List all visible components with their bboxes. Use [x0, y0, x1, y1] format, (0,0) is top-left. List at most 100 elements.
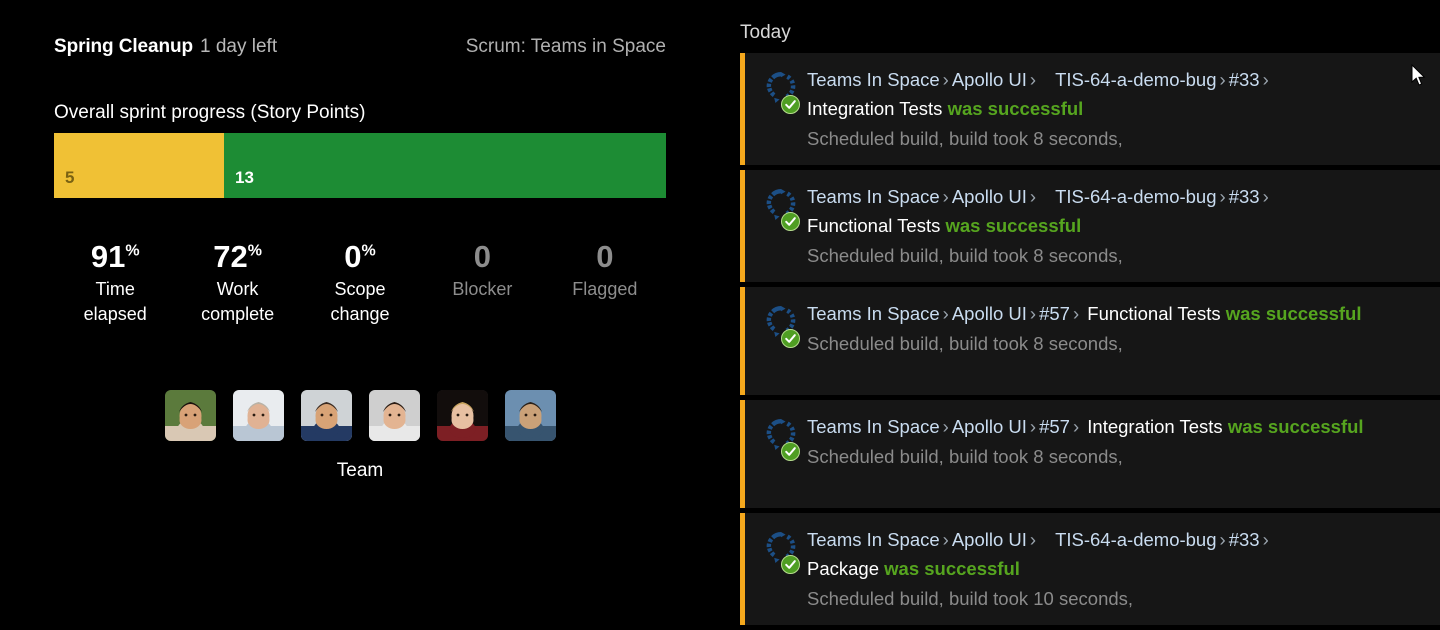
- sprint-header: Spring Cleanup 1 day left Scrum: Teams i…: [54, 36, 666, 62]
- chevron-right-icon: ›: [1029, 529, 1037, 550]
- breadcrumb-link[interactable]: Teams In Space: [807, 303, 940, 324]
- build-job-name[interactable]: Functional Tests: [1087, 303, 1220, 324]
- stat-label: Flagged: [572, 279, 638, 299]
- check-circle-icon: [781, 329, 800, 348]
- progress-segment-remaining: 5: [54, 133, 224, 198]
- build-icon-group: [745, 525, 807, 613]
- stat-value: 72%: [213, 239, 262, 274]
- breadcrumb-link[interactable]: Teams In Space: [807, 416, 940, 437]
- avatar-photo-3[interactable]: [300, 390, 352, 441]
- build-status-text: was successful: [1225, 303, 1362, 324]
- stat-blocker: 0 Blocker: [421, 240, 543, 302]
- build-breadcrumb-line: Teams In Space › Apollo UI › TIS-64-a-demo-b…: [807, 65, 1432, 94]
- stat-suffix: %: [125, 242, 140, 260]
- breadcrumb-link[interactable]: Apollo UI: [952, 186, 1027, 207]
- chevron-right-icon: ›: [1029, 303, 1037, 324]
- breadcrumb-link[interactable]: #57: [1039, 303, 1070, 324]
- build-text-body: Teams In Space › Apollo UI › #57 › Functional…: [807, 299, 1432, 383]
- breadcrumb-link[interactable]: Apollo UI: [952, 416, 1027, 437]
- breadcrumb-link[interactable]: Teams In Space: [807, 186, 940, 207]
- breadcrumb-link[interactable]: TIS-64-a-demo-bug: [1055, 69, 1216, 90]
- check-circle-icon: [781, 212, 800, 231]
- chevron-right-icon: ›: [1029, 69, 1037, 90]
- chevron-right-icon: ›: [1072, 416, 1080, 437]
- chevron-right-icon: ›: [942, 69, 949, 90]
- chevron-right-icon: ›: [1029, 416, 1037, 437]
- build-job-name[interactable]: Functional Tests: [807, 215, 940, 236]
- breadcrumb-link[interactable]: #33: [1229, 69, 1260, 90]
- breadcrumb-link[interactable]: #57: [1039, 416, 1070, 437]
- stat-scope: 0% Scope change: [299, 240, 421, 327]
- stat-label: Work complete: [201, 279, 275, 324]
- breadcrumb-link[interactable]: #33: [1229, 529, 1260, 550]
- build-feed-item[interactable]: Teams In Space › Apollo UI › TIS-64-a-demo-b…: [740, 513, 1440, 625]
- feed-date-heading: Today: [740, 22, 791, 43]
- build-status-text: was successful: [945, 215, 1082, 236]
- build-feed-item[interactable]: Teams In Space › Apollo UI › TIS-64-a-demo-b…: [740, 53, 1440, 165]
- build-feed-item[interactable]: Teams In Space › Apollo UI › #57 › Functional…: [740, 287, 1440, 395]
- progress-remaining-value: 5: [65, 168, 75, 187]
- check-circle-icon: [781, 95, 800, 114]
- team-avatar-strip: [54, 390, 666, 441]
- stat-label: Blocker: [452, 279, 513, 299]
- breadcrumb-link[interactable]: TIS-64-a-demo-bug: [1055, 529, 1216, 550]
- build-status-text: was successful: [884, 558, 1020, 579]
- build-meta-text: Scheduled build, build took 8 seconds,: [807, 333, 1123, 354]
- build-feed-item[interactable]: Teams In Space › Apollo UI › TIS-64-a-demo-b…: [740, 170, 1440, 282]
- avatar-photo-1[interactable]: [164, 390, 216, 441]
- build-breadcrumb-line: Teams In Space › Apollo UI › TIS-64-a-demo-b…: [807, 525, 1432, 554]
- build-job-name[interactable]: Package: [807, 558, 879, 579]
- breadcrumb-link[interactable]: Teams In Space: [807, 529, 940, 550]
- progress-segment-done: 13: [224, 133, 666, 198]
- stat-suffix: %: [361, 242, 376, 260]
- breadcrumb-link[interactable]: Teams In Space: [807, 69, 940, 90]
- build-text-body: Teams In Space › Apollo UI › TIS-64-a-demo-b…: [807, 182, 1432, 270]
- check-circle-icon: [781, 442, 800, 461]
- stat-time: 91% Time elapsed: [54, 240, 176, 327]
- build-title-line: Integration Tests was successful: [807, 94, 1432, 123]
- build-title-line: Package was successful: [807, 554, 1432, 583]
- build-title-line: Teams In Space › Apollo UI › #57 › Integratio…: [807, 412, 1432, 441]
- build-icon-group: [745, 182, 807, 270]
- build-icon-group: [745, 412, 807, 496]
- sprint-summary-panel: Spring Cleanup 1 day left Scrum: Teams i…: [0, 0, 720, 605]
- build-icon-group: [745, 299, 807, 383]
- progress-done-value: 13: [235, 168, 254, 187]
- build-meta-text: Scheduled build, build took 10 seconds,: [807, 588, 1134, 609]
- build-icon-group: [745, 65, 807, 153]
- build-job-name[interactable]: Integration Tests: [807, 98, 942, 119]
- stat-value: 91%: [90, 239, 140, 274]
- chevron-right-icon: ›: [1219, 69, 1226, 90]
- build-title-line: Functional Tests was successful: [807, 211, 1432, 240]
- build-feed-item[interactable]: Teams In Space › Apollo UI › #57 › Integratio…: [740, 400, 1440, 508]
- sprint-board-name: Scrum: Teams in Space: [465, 36, 666, 57]
- build-title-line: Teams In Space › Apollo UI › #57 › Functional…: [807, 299, 1432, 328]
- chevron-right-icon: ›: [1219, 529, 1226, 550]
- check-circle-icon: [781, 555, 800, 574]
- breadcrumb-link[interactable]: Apollo UI: [952, 529, 1027, 550]
- chevron-right-icon: ›: [942, 186, 949, 207]
- build-text-body: Teams In Space › Apollo UI › TIS-64-a-demo-b…: [807, 525, 1432, 613]
- breadcrumb-link[interactable]: Apollo UI: [952, 69, 1027, 90]
- stat-value: 0: [473, 239, 492, 274]
- stat-value: 0%: [344, 239, 376, 274]
- build-meta-text: Scheduled build, build took 8 seconds,: [807, 128, 1123, 149]
- build-text-body: Teams In Space › Apollo UI › TIS-64-a-demo-b…: [807, 65, 1432, 153]
- breadcrumb-link[interactable]: Apollo UI: [952, 303, 1027, 324]
- chevron-right-icon: ›: [1262, 186, 1269, 207]
- avatar-photo-5[interactable]: [436, 390, 488, 441]
- chevron-right-icon: ›: [942, 303, 949, 324]
- breadcrumb-link[interactable]: #33: [1229, 186, 1260, 207]
- avatar-photo-2[interactable]: [232, 390, 284, 441]
- sprint-title-group: Spring Cleanup 1 day left: [54, 36, 277, 58]
- stat-label: Time elapsed: [83, 279, 147, 324]
- progress-section-title: Overall sprint progress (Story Points): [54, 102, 366, 123]
- breadcrumb-link[interactable]: TIS-64-a-demo-bug: [1055, 186, 1216, 207]
- avatar-photo-4[interactable]: [368, 390, 420, 441]
- sprint-days-left: 1 day left: [200, 36, 278, 57]
- avatar-photo-6[interactable]: [504, 390, 556, 441]
- stat-label: Scope change: [330, 279, 390, 324]
- build-job-name[interactable]: Integration Tests: [1087, 416, 1222, 437]
- team-block: Team: [54, 390, 666, 482]
- chevron-right-icon: ›: [1262, 529, 1269, 550]
